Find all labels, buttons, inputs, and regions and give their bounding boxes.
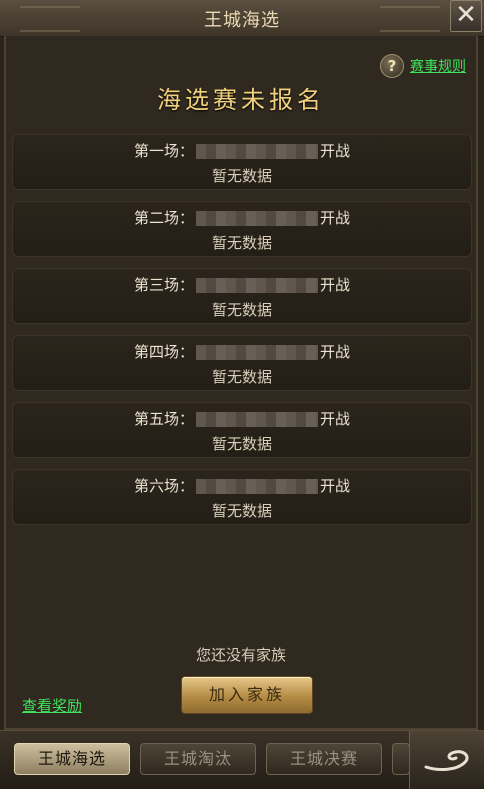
round-label: 第一场： [133,142,194,160]
round-start-label: 开战 [320,209,351,227]
round-time-blurred [196,144,318,159]
round-row: 第三场： 开战 暂无数据 [12,268,472,324]
tab-elimination[interactable]: 王城淘汰 [140,743,256,775]
tab-final[interactable]: 王城决赛 [266,743,382,775]
round-schedule: 第六场： 开战 [13,475,471,496]
round-row: 第五场： 开战 暂无数据 [12,402,472,458]
round-label: 第三场： [133,276,194,294]
round-time-blurred [196,278,318,293]
tab-more-partial[interactable] [392,743,410,775]
round-schedule: 第一场： 开战 [13,140,471,161]
round-schedule: 第四场： 开战 [13,341,471,362]
rules-link[interactable]: 赛事规则 [410,56,466,76]
round-label: 第六场： [133,477,194,495]
round-result: 暂无数据 [211,502,272,520]
round-schedule: 第二场： 开战 [13,207,471,228]
round-start-label: 开战 [320,142,351,160]
view-reward-link[interactable]: 查看奖励 [22,695,82,716]
round-row: 第四场： 开战 暂无数据 [12,335,472,391]
close-button[interactable]: ✕ [450,0,482,32]
swirl-icon [424,750,469,771]
corner-button[interactable] [409,731,484,789]
round-label: 第二场： [133,209,194,227]
round-start-label: 开战 [320,477,351,495]
round-start-label: 开战 [320,343,351,361]
round-result: 暂无数据 [211,234,272,252]
registration-status: 海选赛未报名 [157,86,325,114]
round-time-blurred [196,412,318,427]
tab-preliminary[interactable]: 王城海选 [14,743,130,775]
round-start-label: 开战 [320,410,351,428]
round-result: 暂无数据 [211,368,272,386]
tournament-window: 王城海选 ✕ ? 赛事规则 海选赛未报名 第一场： 开战 暂无数据 第二场： 开战 … [0,0,484,789]
round-label: 第五场： [133,410,194,428]
join-family-button[interactable]: 加入家族 [181,676,313,714]
rules-area: ? 赛事规则 [380,54,466,78]
round-result: 暂无数据 [211,301,272,319]
round-label: 第四场： [133,343,194,361]
round-schedule: 第三场： 开战 [13,274,471,295]
round-result: 暂无数据 [211,167,272,185]
title-bar: 王城海选 ✕ [0,0,484,37]
round-start-label: 开战 [320,276,351,294]
round-row: 第六场： 开战 暂无数据 [12,469,472,525]
round-result: 暂无数据 [211,435,272,453]
round-time-blurred [196,479,318,494]
window-title: 王城海选 [204,10,280,31]
no-family-message: 您还没有家族 [195,646,286,664]
round-time-blurred [196,211,318,226]
round-schedule: 第五场： 开战 [13,408,471,429]
close-icon: ✕ [455,0,477,30]
content-panel: ? 赛事规则 海选赛未报名 第一场： 开战 暂无数据 第二场： 开战 暂无数据 第三… [4,36,478,730]
help-icon[interactable]: ? [380,54,404,78]
round-row: 第二场： 开战 暂无数据 [12,201,472,257]
round-row: 第一场： 开战 暂无数据 [12,134,472,190]
round-time-blurred [196,345,318,360]
bottom-tab-bar: 王城海选 王城淘汰 王城决赛 [0,730,484,789]
